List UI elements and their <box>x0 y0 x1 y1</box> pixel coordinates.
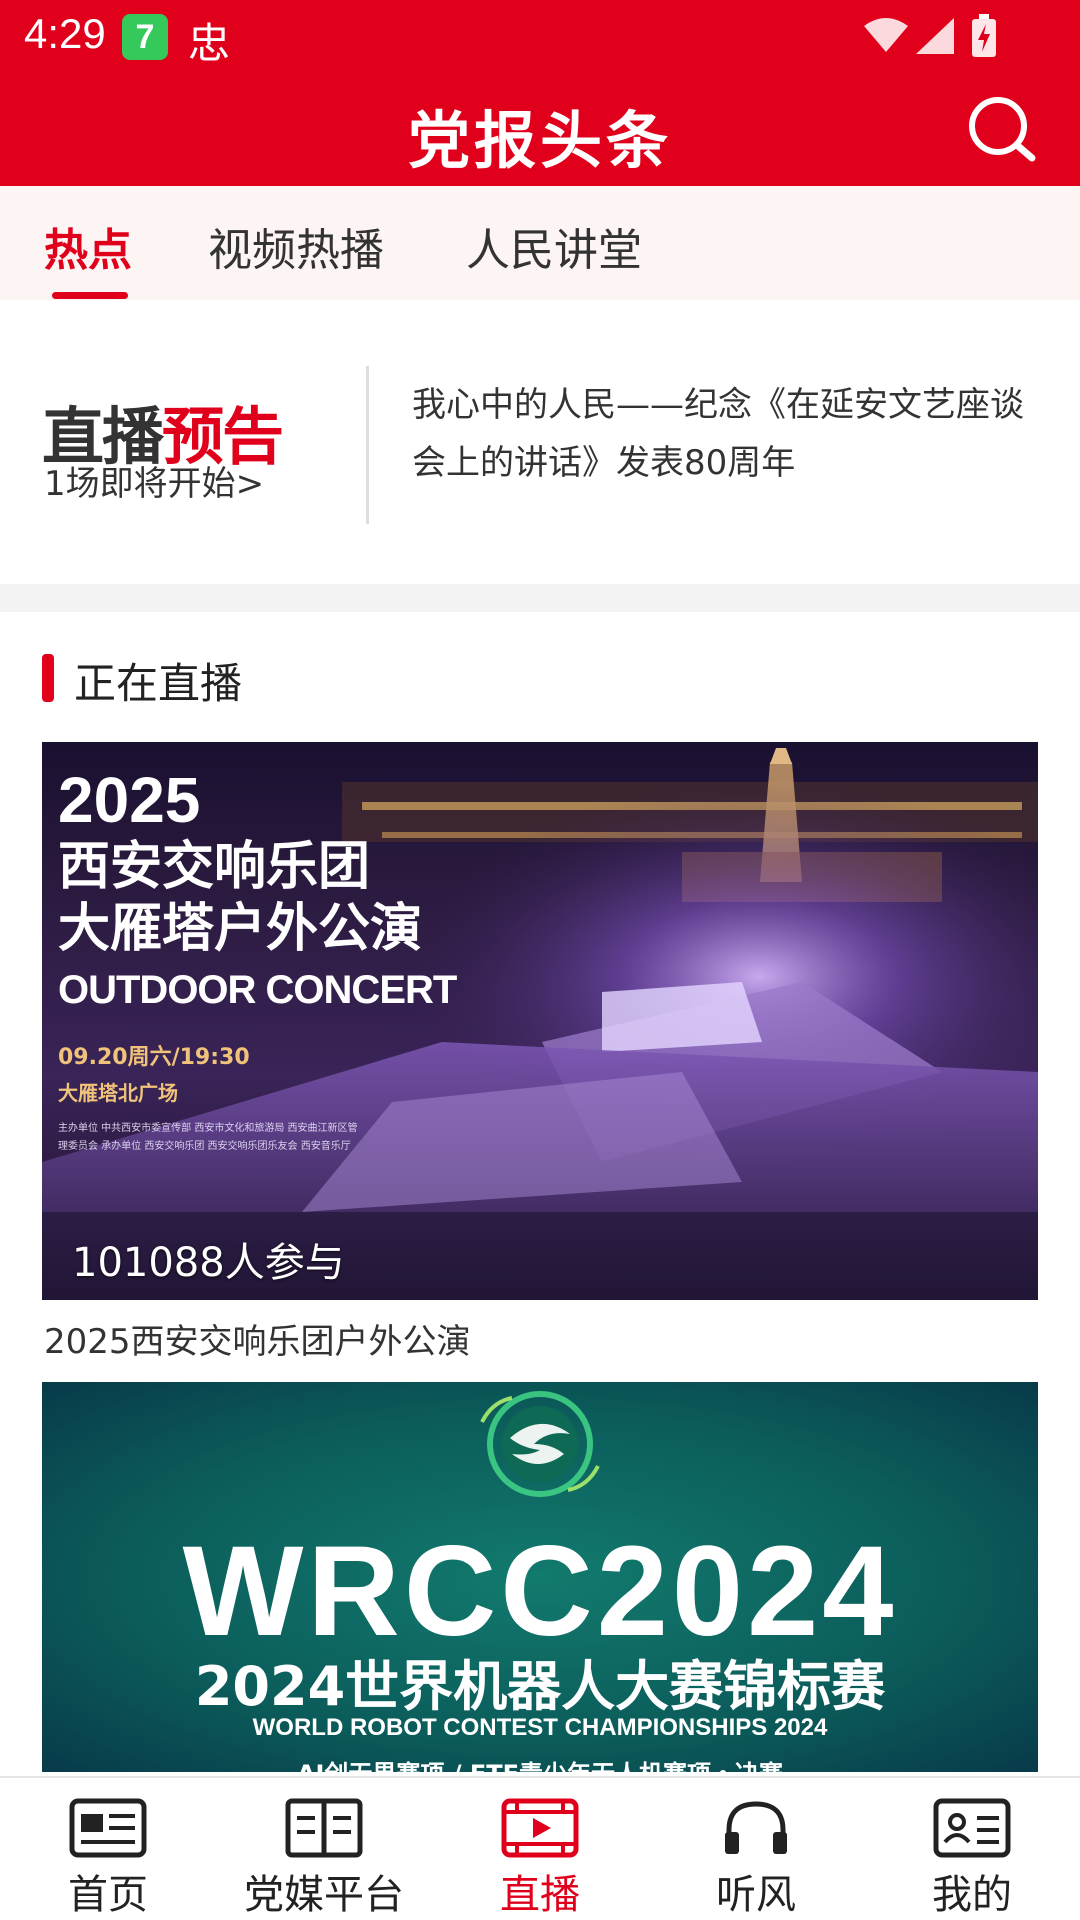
concert-poster-text: 2025 西安交响乐团 大雁塔户外公演 OUTDOOR CONCERT 09.2… <box>58 764 457 1152</box>
signal-icon <box>916 18 954 54</box>
robot-contest-cn-title: 2024世界机器人大赛锦标赛 <box>194 1655 886 1718</box>
nav-label-mine: 我的 <box>932 1872 1012 1918</box>
news-icon <box>69 1798 147 1858</box>
search-icon[interactable] <box>966 94 1038 166</box>
nav-label-listen: 听风 <box>716 1872 796 1918</box>
battery-charging-icon <box>972 14 996 57</box>
book-icon <box>285 1798 363 1858</box>
status-bar: 4:29 7 忠 <box>0 0 1080 72</box>
section-accent-bar <box>42 654 54 702</box>
status-time: 4:29 <box>24 10 106 57</box>
live-card-robot-contest[interactable]: WRCC2024 2024世界机器人大赛锦标赛 WORLD ROBOT CONT… <box>42 1382 1038 1772</box>
nav-party-media[interactable]: 党媒平台 <box>216 1778 432 1920</box>
tab-hot[interactable]: 热点 <box>44 214 132 278</box>
category-tabs: 热点 视频热播 人民讲堂 <box>0 186 1080 300</box>
wifi-icon <box>864 18 908 52</box>
live-card-concert[interactable]: 2025 西安交响乐团 大雁塔户外公演 OUTDOOR CONCERT 09.2… <box>42 742 1038 1300</box>
preview-headline[interactable]: 我心中的人民——纪念《在延安文艺座谈会上的讲话》发表80周年 <box>412 376 1042 492</box>
app-title: 党报头条 <box>407 104 672 177</box>
section-divider <box>0 584 1080 612</box>
profile-card-icon <box>933 1798 1011 1858</box>
divider <box>366 366 369 524</box>
app-bar: 党报头条 <box>0 72 1080 186</box>
app-notification-icon-2: 忠 <box>188 19 231 68</box>
nav-live[interactable]: 直播 <box>432 1778 648 1920</box>
video-play-icon <box>501 1798 579 1858</box>
nav-listen[interactable]: 听风 <box>648 1778 864 1920</box>
robot-contest-subtitle: AI创无界赛项 / FTF青少年无人机赛项・决赛 <box>42 1754 1038 1772</box>
section-title: 正在直播 <box>74 659 243 708</box>
nav-label-home: 首页 <box>68 1872 148 1918</box>
headphones-icon <box>725 1801 787 1854</box>
active-tab-indicator <box>52 292 128 299</box>
live-preview-banner[interactable]: 直播预告 1场即将开始> 我心中的人民——纪念《在延安文艺座谈会上的讲话》发表8… <box>0 300 1080 584</box>
upcoming-count-link[interactable]: 1场即将开始> <box>44 456 264 505</box>
live-card-title[interactable]: 2025西安交响乐团户外公演 <box>44 1314 471 1363</box>
nav-mine[interactable]: 我的 <box>864 1778 1080 1920</box>
bottom-navigation: 首页 党媒平台 直播 听风 我的 <box>0 1776 1080 1920</box>
app-notification-icon: 7 <box>122 14 168 60</box>
section-header: 正在直播 <box>0 640 1080 712</box>
nav-home[interactable]: 首页 <box>0 1778 216 1920</box>
nav-label-live: 直播 <box>500 1872 580 1918</box>
participants-count: 101088人参与 <box>72 1240 345 1286</box>
nav-label-party-media: 党媒平台 <box>244 1872 404 1918</box>
tab-people-lecture[interactable]: 人民讲堂 <box>466 214 642 278</box>
robot-contest-en-title: WORLD ROBOT CONTEST CHAMPIONSHIPS 2024 <box>252 1714 828 1741</box>
tab-video-hot[interactable]: 视频热播 <box>208 214 384 278</box>
robot-contest-main-title: WRCC2024 <box>182 1520 898 1663</box>
